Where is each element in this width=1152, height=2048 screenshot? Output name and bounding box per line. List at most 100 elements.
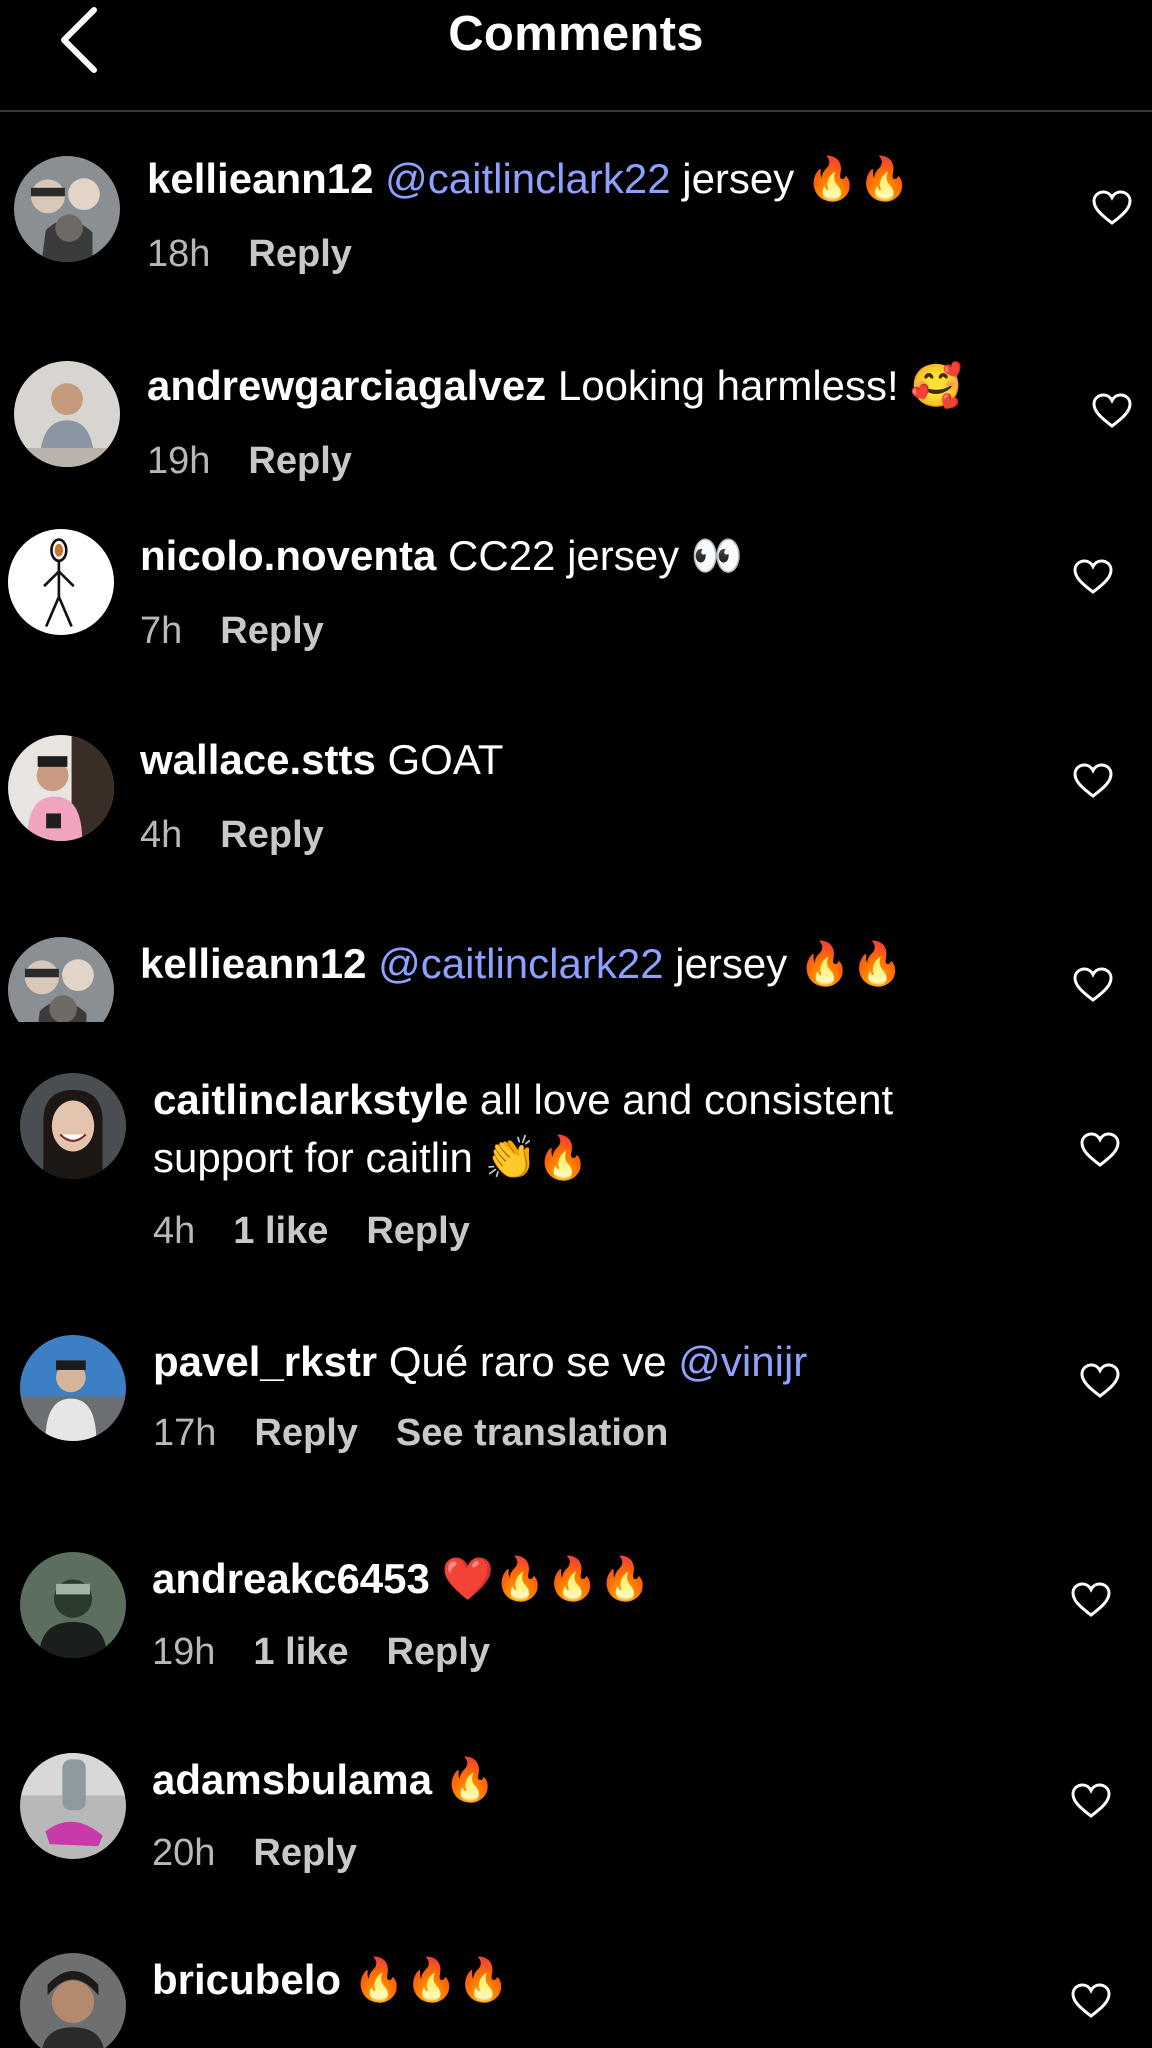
reply-button[interactable]: Reply <box>220 811 323 859</box>
reply-button[interactable]: Reply <box>254 1409 357 1457</box>
heart-icon <box>1092 190 1132 225</box>
comment-time: 7h <box>140 610 183 652</box>
reply-button[interactable]: Reply <box>366 1207 469 1255</box>
heart-icon <box>1080 1363 1120 1398</box>
heart-icon <box>1071 1582 1111 1617</box>
comment-item: bricubelo 🔥🔥🔥 <box>0 1951 1152 2048</box>
comment-item: pavel_rkstr Qué raro se ve @vinijr 17h Re… <box>0 1333 1152 1483</box>
reply-button[interactable]: Reply <box>220 607 323 655</box>
heart-icon <box>1073 967 1113 1002</box>
comment-meta: 18h Reply <box>147 230 390 278</box>
comment-body: Looking harmless! 🥰 <box>546 362 963 409</box>
avatar[interactable] <box>20 1335 126 1441</box>
comment-username[interactable]: andrewgarciagalvez <box>147 362 546 409</box>
like-heart-button[interactable] <box>1092 393 1132 429</box>
comment-item-clipped: kellieann12 @caitlinclark22 jersey 🔥🔥 <box>0 935 1152 1022</box>
like-heart-button[interactable] <box>1071 1983 1111 2019</box>
comment-mention[interactable]: @vinijr <box>678 1338 807 1385</box>
like-heart-button[interactable] <box>1073 559 1113 595</box>
comment-text: wallace.stts GOAT <box>140 731 503 789</box>
like-heart-button[interactable] <box>1080 1132 1120 1168</box>
comment-time: 19h <box>147 440 211 482</box>
comment-time: 17h <box>153 1412 217 1454</box>
comment-item: adamsbulama 🔥 20h Reply <box>0 1751 1152 1901</box>
comment-body: jersey 🔥🔥 <box>670 155 911 202</box>
like-heart-button[interactable] <box>1071 1582 1111 1618</box>
avatar[interactable] <box>8 937 114 1022</box>
comment-meta: 20h Reply <box>152 1829 395 1877</box>
comment-item: andreakc6453 ❤️🔥🔥🔥 19h 1 like Reply <box>0 1550 1152 1700</box>
heart-icon <box>1071 1983 1111 2018</box>
avatar[interactable] <box>20 1073 126 1179</box>
like-count[interactable]: 1 like <box>253 1628 348 1676</box>
comment-body: ❤️🔥🔥🔥 <box>429 1555 651 1602</box>
avatar[interactable] <box>14 361 120 467</box>
comment-body: 🔥 <box>432 1756 497 1803</box>
avatar[interactable] <box>8 735 114 841</box>
comment-meta: 7h Reply <box>140 607 362 655</box>
comment-text: andreakc6453 ❤️🔥🔥🔥 <box>152 1550 651 1608</box>
header-bar: Comments <box>0 0 1152 112</box>
comment-time: 4h <box>153 1210 196 1252</box>
comment-text: adamsbulama 🔥 <box>152 1751 496 1809</box>
comment-meta: 17h Reply See translation <box>153 1409 706 1457</box>
comment-time: 19h <box>152 1631 216 1673</box>
comment-text: pavel_rkstr Qué raro se ve @vinijr <box>153 1333 807 1391</box>
like-heart-button[interactable] <box>1071 1783 1111 1819</box>
comment-time: 20h <box>152 1832 216 1874</box>
comment-item: andrewgarciagalvez Looking harmless! 🥰 1… <box>0 357 1152 507</box>
heart-icon <box>1073 559 1113 594</box>
comment-body: jersey 🔥🔥 <box>663 940 904 987</box>
comment-text: kellieann12 @caitlinclark22 jersey 🔥🔥 <box>140 935 904 993</box>
comment-time: 4h <box>140 814 183 856</box>
comment-item: wallace.stts GOAT 4h Reply <box>0 731 1152 881</box>
comment-item: caitlinclarkstyle all love and consisten… <box>0 1071 1152 1281</box>
avatar[interactable] <box>14 156 120 262</box>
comment-text: bricubelo 🔥🔥🔥 <box>152 1951 510 2009</box>
see-translation-button[interactable]: See translation <box>396 1409 668 1457</box>
heart-icon <box>1071 1783 1111 1818</box>
comment-username[interactable]: andreakc6453 <box>152 1555 430 1602</box>
comment-text: caitlinclarkstyle all love and consisten… <box>153 1071 983 1187</box>
comment-body: Qué raro se ve <box>377 1338 679 1385</box>
comment-item: nicolo.noventa CC22 jersey 👀 7h Reply <box>0 527 1152 677</box>
avatar[interactable] <box>8 529 114 635</box>
avatar[interactable] <box>20 1753 126 1859</box>
comment-username[interactable]: kellieann12 <box>147 155 373 202</box>
page-title: Comments <box>448 7 704 61</box>
comment-text: andrewgarciagalvez Looking harmless! 🥰 <box>147 357 963 415</box>
comment-item: kellieann12 @caitlinclark22 jersey 🔥🔥 18… <box>0 150 1152 300</box>
comment-username[interactable]: pavel_rkstr <box>153 1338 377 1385</box>
comment-meta: 19h Reply <box>147 437 390 485</box>
comment-time: 18h <box>147 233 211 275</box>
like-count[interactable]: 1 like <box>233 1207 328 1255</box>
like-heart-button[interactable] <box>1080 1363 1120 1399</box>
comment-body: CC22 jersey 👀 <box>436 532 744 579</box>
comment-mention[interactable]: @caitlinclark22 <box>378 940 663 987</box>
reply-button[interactable]: Reply <box>248 437 351 485</box>
reply-button[interactable]: Reply <box>386 1628 489 1676</box>
comment-username[interactable]: kellieann12 <box>140 940 366 987</box>
heart-icon <box>1080 1132 1120 1167</box>
comment-username[interactable]: bricubelo <box>152 1956 341 2003</box>
reply-button[interactable]: Reply <box>248 230 351 278</box>
comment-meta: 4h 1 like Reply <box>153 1207 508 1255</box>
avatar[interactable] <box>20 1552 126 1658</box>
like-heart-button[interactable] <box>1073 967 1113 1003</box>
reply-button[interactable]: Reply <box>253 1829 356 1877</box>
comment-username[interactable]: nicolo.noventa <box>140 532 436 579</box>
comment-body: GOAT <box>375 736 504 783</box>
like-heart-button[interactable] <box>1092 190 1132 226</box>
comment-text: kellieann12 @caitlinclark22 jersey 🔥🔥 <box>147 150 911 208</box>
avatar[interactable] <box>20 1953 126 2048</box>
like-heart-button[interactable] <box>1073 763 1113 799</box>
comment-body: 🔥🔥🔥 <box>341 1956 510 2003</box>
comment-username[interactable]: adamsbulama <box>152 1756 432 1803</box>
heart-icon <box>1092 393 1132 428</box>
comment-meta: 4h Reply <box>140 811 362 859</box>
comment-username[interactable]: caitlinclarkstyle <box>153 1076 468 1123</box>
comment-mention[interactable]: @caitlinclark22 <box>385 155 670 202</box>
heart-icon <box>1073 763 1113 798</box>
comment-meta: 19h 1 like Reply <box>152 1628 528 1676</box>
comment-username[interactable]: wallace.stts <box>140 736 376 783</box>
